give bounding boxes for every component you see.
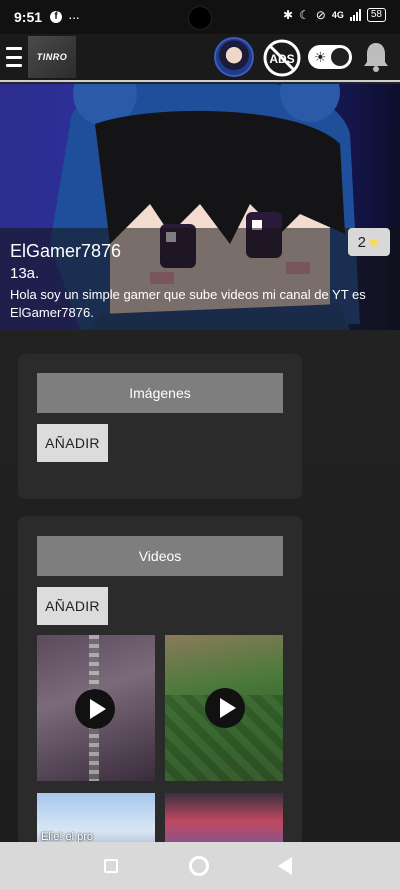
signal-icon xyxy=(349,9,361,21)
profile-banner: ElGamer7876 13a. Hola soy un simple game… xyxy=(0,84,400,330)
battery-icon: 58 xyxy=(366,8,386,22)
recent-apps-icon[interactable] xyxy=(104,859,118,873)
camera-cutout xyxy=(188,6,212,30)
videos-panel: Videos AÑADIR Elie! el pro xyxy=(18,516,302,856)
app-bar: TINRO ADS ☀ xyxy=(0,34,400,82)
notification-bell-icon[interactable] xyxy=(362,40,390,74)
play-icon xyxy=(75,689,115,729)
bluetooth-icon: ✱ xyxy=(282,8,294,22)
profile-age: 13a. xyxy=(10,265,40,282)
add-video-label: AÑADIR xyxy=(45,598,100,614)
videos-section-header[interactable]: Videos xyxy=(37,536,283,576)
status-time: 9:51 xyxy=(14,9,43,25)
profile-info: ElGamer7876 13a. Hola soy un simple game… xyxy=(0,228,400,330)
network-label: 4G xyxy=(331,10,344,20)
user-avatar[interactable] xyxy=(214,37,254,77)
moon-icon: ☾ xyxy=(299,8,310,22)
system-nav-bar xyxy=(0,842,400,889)
video-thumbnail[interactable] xyxy=(37,635,155,781)
more-dots-icon: ··· xyxy=(68,9,80,25)
home-icon[interactable] xyxy=(189,856,209,876)
app-logo[interactable]: TINRO xyxy=(28,36,76,78)
videos-section-title: Videos xyxy=(138,548,182,564)
add-image-button[interactable]: AÑADIR xyxy=(37,424,108,462)
mute-icon: ⊘ xyxy=(315,8,326,22)
images-section-header[interactable]: Imágenes xyxy=(37,373,283,413)
back-icon[interactable] xyxy=(278,857,292,875)
rating-badge[interactable]: 2 ★ xyxy=(348,228,390,256)
sun-icon: ☀ xyxy=(314,49,327,65)
images-panel: Imágenes AÑADIR xyxy=(18,354,302,499)
toggle-knob xyxy=(331,48,349,66)
logo-text: TINRO xyxy=(36,52,68,62)
add-image-label: AÑADIR xyxy=(45,435,100,451)
add-video-button[interactable]: AÑADIR xyxy=(37,587,108,625)
profile-bio: Hola soy un simple gamer que sube videos… xyxy=(10,287,366,320)
images-section-title: Imágenes xyxy=(129,385,191,401)
ads-label: ADS xyxy=(269,52,294,66)
no-ads-icon[interactable]: ADS xyxy=(262,38,302,78)
video-thumbnail[interactable] xyxy=(165,635,283,781)
theme-toggle[interactable]: ☀ xyxy=(308,45,352,69)
rating-value: 2 xyxy=(357,233,366,251)
facebook-icon: f xyxy=(50,11,63,23)
status-bar: 9:51 f ··· ✱ ☾ ⊘ 4G 58 xyxy=(0,0,400,34)
menu-icon[interactable] xyxy=(6,47,22,67)
profile-name: ElGamer7876 xyxy=(10,241,122,261)
play-icon xyxy=(205,688,245,728)
app-screen: 9:51 f ··· ✱ ☾ ⊘ 4G 58 TINRO ADS ☀ ElGam… xyxy=(0,0,400,889)
star-icon: ★ xyxy=(366,234,381,251)
